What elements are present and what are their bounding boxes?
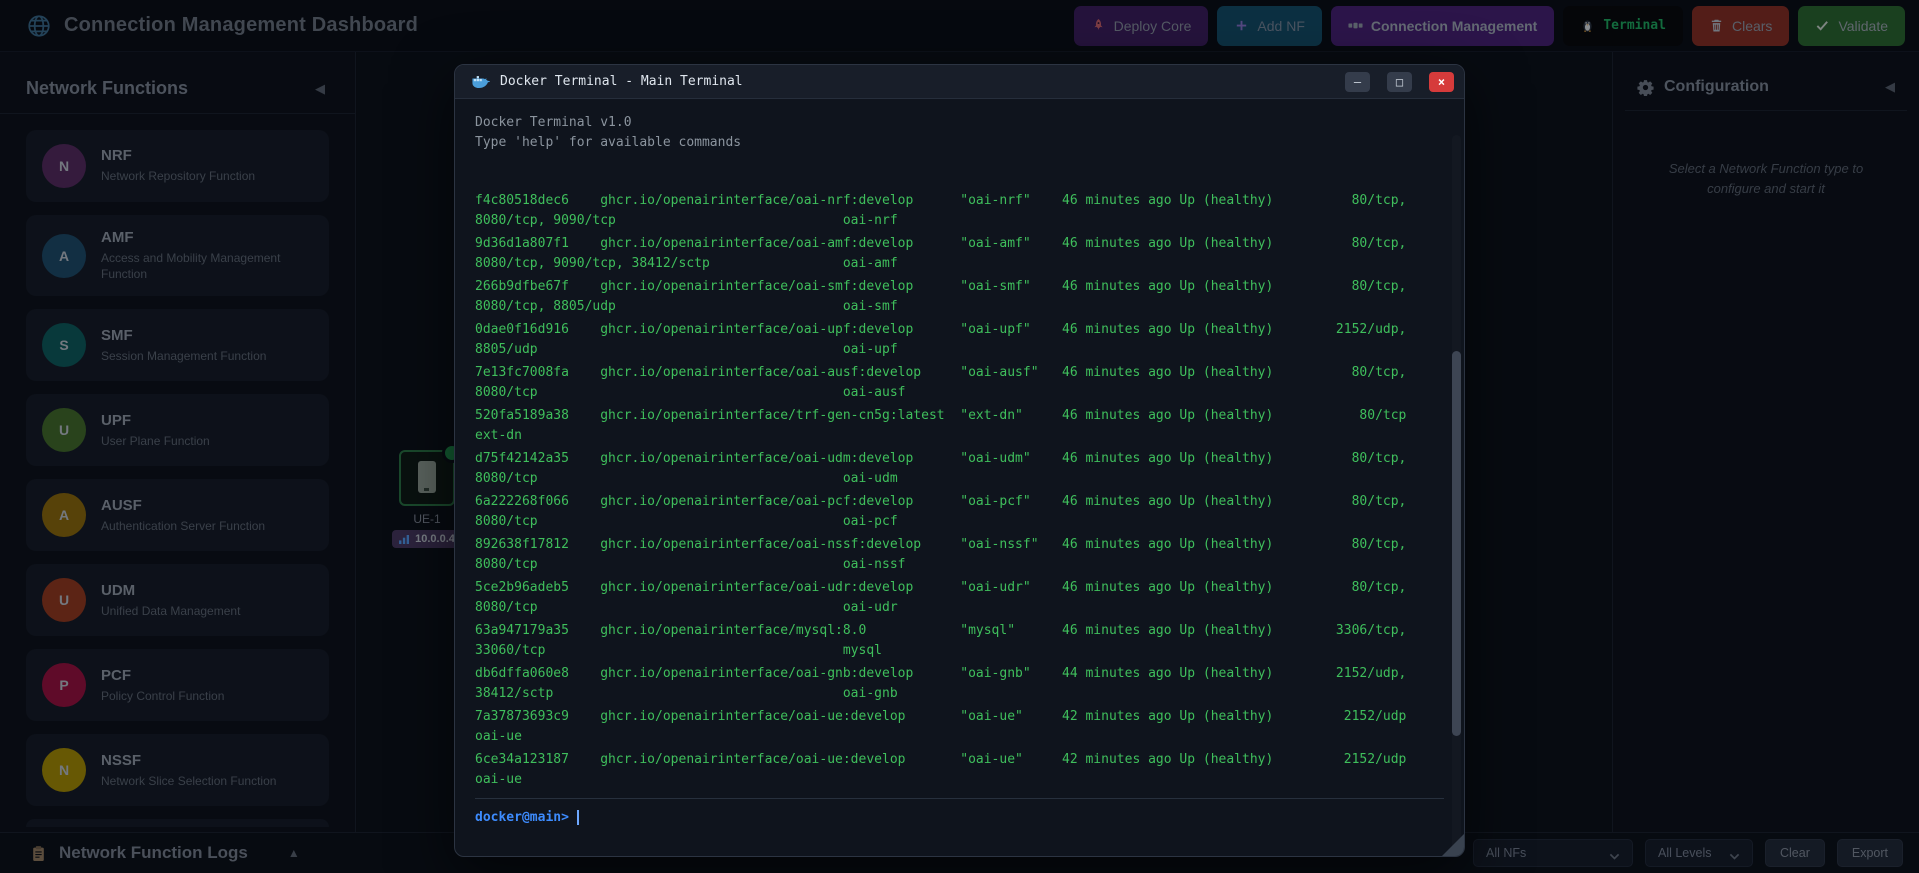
container-line-2: 8080/tcp, 9090/tcp oai-nrf xyxy=(475,213,898,228)
terminal-titlebar[interactable]: Docker Terminal - Main Terminal – □ × xyxy=(455,65,1464,99)
container-line-2: ext-dn xyxy=(475,428,522,443)
container-line-2: 8080/tcp oai-udr xyxy=(475,600,898,615)
terminal-body[interactable]: Docker Terminal v1.0 Type 'help' for ava… xyxy=(455,99,1464,856)
container-line-1: db6dffa060e8 ghcr.io/openairinterface/oa… xyxy=(475,666,1407,681)
container-line-1: 7a37873693c9 ghcr.io/openairinterface/oa… xyxy=(475,709,1407,724)
terminal-intro-line: Docker Terminal v1.0 xyxy=(475,115,632,130)
container-line-1: d75f42142a35 ghcr.io/openairinterface/oa… xyxy=(475,451,1407,466)
container-line-2: 8080/tcp oai-nssf xyxy=(475,557,906,572)
docker-whale-icon xyxy=(471,74,490,90)
container-line-2: 8080/tcp, 9090/tcp, 38412/sctp oai-amf xyxy=(475,256,898,271)
terminal-prompt: docker@main> xyxy=(475,810,569,825)
container-line-1: 266b9dfbe67f ghcr.io/openairinterface/oa… xyxy=(475,279,1407,294)
container-row-oai-nrf: f4c80518dec6 ghcr.io/openairinterface/oa… xyxy=(475,191,1444,231)
terminal-scrollbar-thumb[interactable] xyxy=(1452,351,1461,736)
minimize-button[interactable]: – xyxy=(1345,71,1370,92)
container-line-1: 520fa5189a38 ghcr.io/openairinterface/tr… xyxy=(475,408,1407,423)
container-line-1: 892638f17812 ghcr.io/openairinterface/oa… xyxy=(475,537,1407,552)
container-line-1: f4c80518dec6 ghcr.io/openairinterface/oa… xyxy=(475,193,1407,208)
maximize-button[interactable]: □ xyxy=(1387,71,1412,92)
container-line-1: 6a222268f066 ghcr.io/openairinterface/oa… xyxy=(475,494,1407,509)
container-row-mysql: 63a947179a35 ghcr.io/openairinterface/my… xyxy=(475,621,1444,661)
container-row-ext-dn: 520fa5189a38 ghcr.io/openairinterface/tr… xyxy=(475,406,1444,446)
container-line-2: 8080/tcp oai-udm xyxy=(475,471,898,486)
terminal-window-title: Docker Terminal - Main Terminal xyxy=(500,74,743,89)
container-line-1: 5ce2b96adeb5 ghcr.io/openairinterface/oa… xyxy=(475,580,1407,595)
container-row-oai-udm: d75f42142a35 ghcr.io/openairinterface/oa… xyxy=(475,449,1444,489)
container-line-2: 8080/tcp oai-pcf xyxy=(475,514,898,529)
container-row-oai-upf: 0dae0f16d916 ghcr.io/openairinterface/oa… xyxy=(475,320,1444,360)
terminal-cursor xyxy=(576,810,579,825)
container-row-oai-ue: 7a37873693c9 ghcr.io/openairinterface/oa… xyxy=(475,707,1444,747)
container-line-2: 8805/udp oai-upf xyxy=(475,342,898,357)
container-row-oai-amf: 9d36d1a807f1 ghcr.io/openairinterface/oa… xyxy=(475,234,1444,274)
docker-terminal-window: Docker Terminal - Main Terminal – □ × Do… xyxy=(454,64,1465,857)
container-line-1: 0dae0f16d916 ghcr.io/openairinterface/oa… xyxy=(475,322,1407,337)
container-row-oai-nssf: 892638f17812 ghcr.io/openairinterface/oa… xyxy=(475,535,1444,575)
container-line-1: 6ce34a123187 ghcr.io/openairinterface/oa… xyxy=(475,752,1407,767)
resize-handle[interactable] xyxy=(1442,834,1464,856)
terminal-intro-line: Type 'help' for available commands xyxy=(475,135,742,150)
close-button[interactable]: × xyxy=(1429,71,1454,92)
container-row-oai-ue: 6ce34a123187 ghcr.io/openairinterface/oa… xyxy=(475,750,1444,790)
container-line-2: 38412/sctp oai-gnb xyxy=(475,686,898,701)
container-line-2: 8080/tcp, 8805/udp oai-smf xyxy=(475,299,898,314)
container-line-1: 7e13fc7008fa ghcr.io/openairinterface/oa… xyxy=(475,365,1407,380)
container-row-oai-smf: 266b9dfbe67f ghcr.io/openairinterface/oa… xyxy=(475,277,1444,317)
container-row-oai-pcf: 6a222268f066 ghcr.io/openairinterface/oa… xyxy=(475,492,1444,532)
container-line-1: 9d36d1a807f1 ghcr.io/openairinterface/oa… xyxy=(475,236,1407,251)
container-line-2: 33060/tcp mysql xyxy=(475,643,882,658)
container-line-2: oai-ue xyxy=(475,729,522,744)
container-line-2: 8080/tcp oai-ausf xyxy=(475,385,906,400)
terminal-prompt-line[interactable]: docker@main> xyxy=(475,798,1444,825)
container-row-oai-ausf: 7e13fc7008fa ghcr.io/openairinterface/oa… xyxy=(475,363,1444,403)
docker-ps-output: f4c80518dec6 ghcr.io/openairinterface/oa… xyxy=(475,191,1444,790)
container-line-1: 63a947179a35 ghcr.io/openairinterface/my… xyxy=(475,623,1407,638)
container-row-oai-udr: 5ce2b96adeb5 ghcr.io/openairinterface/oa… xyxy=(475,578,1444,618)
container-row-oai-gnb: db6dffa060e8 ghcr.io/openairinterface/oa… xyxy=(475,664,1444,704)
container-line-2: oai-ue xyxy=(475,772,522,787)
dashboard-page: Connection Management Dashboard Deploy C… xyxy=(0,0,1919,873)
